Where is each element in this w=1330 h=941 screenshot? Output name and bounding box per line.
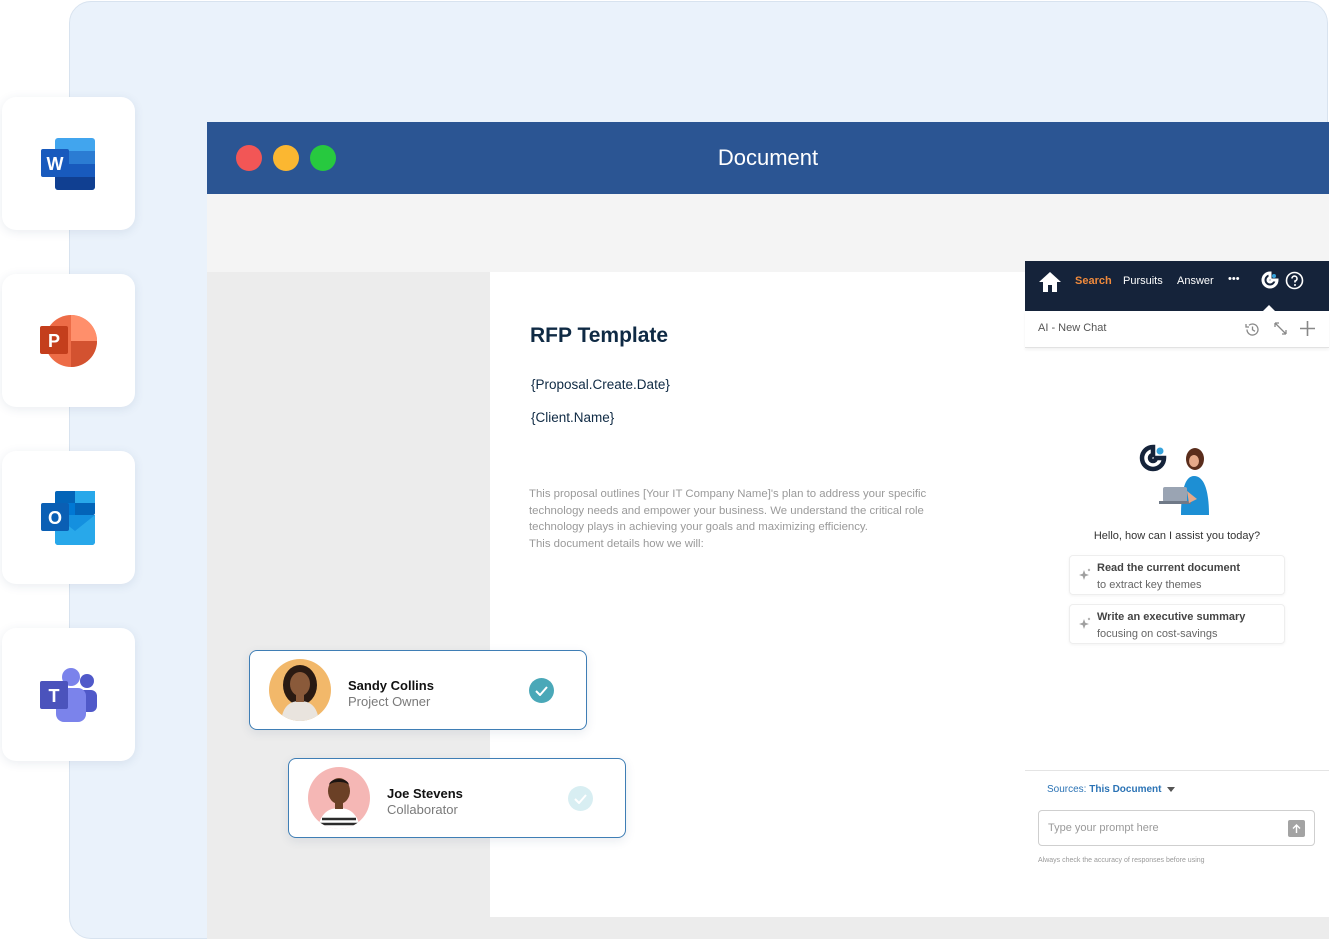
body-line: technology needs and empower your busine… xyxy=(529,504,924,517)
collaborator-card-sandy[interactable]: Sandy Collins Project Owner xyxy=(249,650,587,730)
arrow-up-icon xyxy=(1292,823,1301,833)
teams-app-card[interactable]: T xyxy=(2,628,135,761)
new-chat-icon[interactable] xyxy=(1299,320,1316,337)
assistant-greeting: Hello, how can I assist you today? xyxy=(1093,530,1261,542)
more-menu-button[interactable]: ••• xyxy=(1228,273,1240,285)
powerpoint-app-card[interactable]: P xyxy=(2,274,135,407)
brand-logo-icon[interactable] xyxy=(1261,271,1279,289)
word-app-card[interactable]: W xyxy=(2,97,135,230)
collaborator-role: Collaborator xyxy=(387,802,458,817)
suggestion-title: Write an executive summary xyxy=(1097,611,1246,623)
assistant-nav: Search Pursuits Answer ••• xyxy=(1025,261,1329,311)
word-icon: W xyxy=(40,137,95,190)
client-name-field: {Client.Name} xyxy=(531,410,615,425)
document-body: This proposal outlines [Your IT Company … xyxy=(529,486,979,553)
avatar xyxy=(308,767,370,829)
window-title: Document xyxy=(717,145,819,170)
disclaimer: Always check the accuracy of responses b… xyxy=(1038,857,1205,864)
suggestion-title: Read the current document xyxy=(1097,562,1241,574)
sources-label: Sources: xyxy=(1047,784,1087,795)
window-titlebar: Document xyxy=(207,122,1329,194)
help-icon[interactable] xyxy=(1285,271,1304,290)
sparkle-icon xyxy=(1079,568,1091,580)
prompt-input[interactable]: Type your prompt here xyxy=(1038,810,1315,846)
svg-text:T: T xyxy=(48,686,59,706)
nav-pursuits[interactable]: Pursuits xyxy=(1123,275,1163,287)
ai-assistant-panel: Search Pursuits Answer ••• AI - New Chat xyxy=(1025,261,1329,916)
chat-title: AI - New Chat xyxy=(1038,322,1107,334)
expand-icon[interactable] xyxy=(1273,321,1288,336)
svg-text:P: P xyxy=(47,331,59,351)
collaborator-card-joe[interactable]: Joe Stevens Collaborator xyxy=(288,758,626,838)
teams-icon: T xyxy=(39,667,97,722)
proposal-date-field: {Proposal.Create.Date} xyxy=(531,377,670,392)
nav-search[interactable]: Search xyxy=(1075,275,1112,287)
nav-answer[interactable]: Answer xyxy=(1177,275,1214,287)
person-avatar-icon xyxy=(318,778,360,829)
body-line: This proposal outlines [Your IT Company … xyxy=(529,488,927,500)
svg-text:O: O xyxy=(47,508,61,528)
home-icon[interactable] xyxy=(1038,271,1062,293)
svg-text:W: W xyxy=(46,154,63,174)
document-title: RFP Template xyxy=(530,324,669,347)
chevron-down-icon xyxy=(1167,787,1176,792)
outlook-app-card[interactable]: O xyxy=(2,451,135,584)
suggestion-executive-summary[interactable]: Write an executive summary focusing on c… xyxy=(1069,604,1285,644)
sources-selector[interactable]: Sources: This Document xyxy=(1047,784,1176,795)
divider xyxy=(1025,770,1329,771)
powerpoint-icon: P xyxy=(39,314,97,367)
prompt-placeholder: Type your prompt here xyxy=(1048,822,1159,834)
suggestion-read-document[interactable]: Read the current document to extract key… xyxy=(1069,555,1285,595)
collaborator-name: Joe Stevens xyxy=(387,786,463,801)
collaborator-role: Project Owner xyxy=(348,694,431,709)
body-line: technology plays in achieving your goals… xyxy=(529,521,868,534)
avatar xyxy=(269,659,331,721)
suggestion-subtitle: focusing on cost-savings xyxy=(1097,628,1218,640)
check-icon xyxy=(568,786,593,811)
assistant-illustration xyxy=(1139,444,1209,515)
sources-value: This Document xyxy=(1089,784,1162,795)
suggestion-subtitle: to extract key themes xyxy=(1097,579,1202,591)
app-stage: W P O T Document RFP Template {Proposal.… xyxy=(0,0,1330,941)
body-line: This document details how we will: xyxy=(529,538,704,551)
chat-header: AI - New Chat xyxy=(1025,311,1329,348)
outlook-icon: O xyxy=(40,490,95,545)
send-button[interactable] xyxy=(1288,820,1305,837)
person-avatar-icon xyxy=(281,665,319,721)
history-icon[interactable] xyxy=(1244,321,1261,338)
check-icon xyxy=(529,678,554,703)
sparkle-icon xyxy=(1079,617,1091,629)
collaborator-name: Sandy Collins xyxy=(348,678,434,693)
